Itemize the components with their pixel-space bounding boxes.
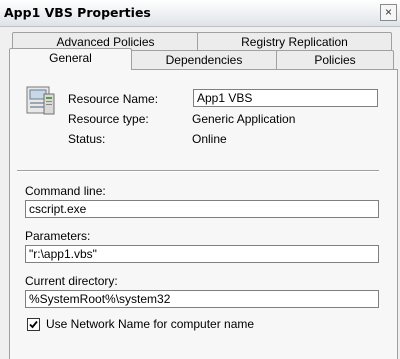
command-line-input[interactable]: cscript.exe bbox=[25, 200, 379, 218]
status-label: Status: bbox=[68, 132, 106, 146]
close-button[interactable]: × bbox=[380, 4, 397, 21]
tab-strip: Advanced Policies Registry Replication G… bbox=[0, 26, 400, 70]
tab-label: Policies bbox=[314, 53, 356, 67]
tab-label: Registry Replication bbox=[241, 35, 348, 49]
use-network-name-label[interactable]: Use Network Name for computer name bbox=[46, 317, 254, 331]
tab-registry-replication[interactable]: Registry Replication bbox=[197, 32, 392, 52]
resource-name-label: Resource Name: bbox=[68, 92, 159, 106]
tab-dependencies[interactable]: Dependencies bbox=[130, 50, 278, 70]
parameters-input[interactable]: "r:\app1.vbs" bbox=[25, 245, 379, 263]
tab-policies[interactable]: Policies bbox=[276, 50, 394, 70]
parameters-label: Parameters: bbox=[25, 229, 91, 243]
command-line-label: Command line: bbox=[25, 184, 106, 198]
resource-type-value: Generic Application bbox=[192, 112, 296, 126]
separator bbox=[17, 170, 379, 172]
resource-name-input[interactable]: App1 VBS bbox=[193, 89, 378, 107]
resource-type-label: Resource type: bbox=[68, 112, 149, 126]
current-directory-input[interactable]: %SystemRoot%\system32 bbox=[25, 290, 379, 308]
checkmark-icon bbox=[29, 320, 38, 329]
close-icon: × bbox=[384, 5, 392, 19]
use-network-name-checkbox[interactable] bbox=[27, 318, 40, 331]
title-bar: App1 VBS Properties × bbox=[0, 0, 400, 27]
status-value: Online bbox=[192, 132, 227, 146]
current-directory-label: Current directory: bbox=[25, 274, 118, 288]
window-title: App1 VBS Properties bbox=[4, 5, 151, 20]
tab-label: General bbox=[49, 51, 92, 65]
tab-label: Advanced Policies bbox=[56, 35, 155, 49]
cluster-resource-icon bbox=[26, 86, 55, 115]
tab-label: Dependencies bbox=[165, 53, 243, 67]
tab-general[interactable]: General bbox=[9, 48, 132, 70]
